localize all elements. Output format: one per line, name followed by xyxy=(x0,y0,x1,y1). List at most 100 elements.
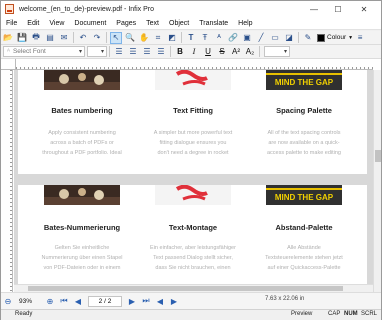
vertical-scroll-thumb[interactable] xyxy=(375,150,381,162)
image-icon[interactable]: ▣ xyxy=(241,32,253,44)
align-left-icon[interactable]: ☰ xyxy=(113,46,125,58)
font-icon: ᴬ xyxy=(7,48,10,55)
zoom-select[interactable]: 93% xyxy=(17,296,43,307)
link-icon[interactable]: 🔗 xyxy=(227,32,239,44)
window-title: welcome_(en_to_de)-preview.pdf - Infix P… xyxy=(19,5,155,13)
thumb-text: MIND THE GAP xyxy=(275,78,334,87)
scan-icon[interactable]: ▤ xyxy=(44,32,56,44)
line-style-icon[interactable]: ≡ xyxy=(354,32,366,44)
text-box-icon[interactable]: Ŧ xyxy=(199,32,211,44)
close-button[interactable]: ✕ xyxy=(353,1,375,17)
font-size-select[interactable]: ▾ xyxy=(87,46,107,57)
body-line: Textsteuerelemente stehen jetzt xyxy=(265,255,343,261)
italic-icon[interactable]: I xyxy=(188,46,200,58)
rectangle-tool-icon[interactable]: ▭ xyxy=(269,32,281,44)
body-line: von PDF-Dateien oder in einem xyxy=(43,265,121,271)
menu-file[interactable]: File xyxy=(1,20,22,27)
spacing-palette-image: MIND THE GAP xyxy=(266,70,342,90)
zoom-in-icon[interactable]: ⊕ xyxy=(44,295,56,307)
main-toolbar: 📂 💾 🖶 ▤ ✉ ↶ ↷ ↖ 🔍 ✋ ⌗ ◩ T Ŧ ᴬ 🔗 ▣ ╱ ▭ ◪ … xyxy=(1,31,381,45)
superscript-icon[interactable]: A² xyxy=(230,46,242,58)
status-bar: Ready Preview CAP NUM SCRL xyxy=(1,309,381,320)
back-view-icon[interactable]: ◀ xyxy=(154,295,166,307)
strikethrough-icon[interactable]: S xyxy=(216,46,228,58)
toolbar-separator xyxy=(170,46,171,57)
hand-icon[interactable]: ✋ xyxy=(138,32,150,44)
body-line: Alle Abstände xyxy=(287,245,321,251)
page-number-input[interactable]: 2 / 2 xyxy=(88,295,122,307)
body-line: Apply consistent numbering xyxy=(48,130,116,136)
column-heading: Bates-Nummerierung xyxy=(43,223,121,232)
menu-edit[interactable]: Edit xyxy=(22,20,44,27)
forward-view-icon[interactable]: ▶ xyxy=(168,295,180,307)
body-line: auf einer Quickaccess-Palette xyxy=(267,265,341,271)
subscript-icon[interactable]: A₂ xyxy=(244,46,256,58)
eyedropper-icon[interactable]: ✎ xyxy=(302,32,314,44)
align-center-icon[interactable]: ☰ xyxy=(127,46,139,58)
find-text-icon[interactable]: ᴬ xyxy=(213,32,225,44)
line-tool-icon[interactable]: ╱ xyxy=(255,32,267,44)
text-tool-icon[interactable]: T xyxy=(185,32,197,44)
caps-indicator: CAP xyxy=(328,311,341,317)
menu-translate[interactable]: Translate xyxy=(194,20,233,27)
chevron-down-icon: ▾ xyxy=(100,49,104,55)
body-line: Nummerierung über einen Stapel xyxy=(41,255,123,261)
toolbar-separator xyxy=(298,32,299,43)
chevron-down-icon: ▾ xyxy=(283,49,287,55)
thumb-text: MIND THE GAP xyxy=(275,193,334,202)
redo-icon[interactable]: ↷ xyxy=(91,32,103,44)
font-select[interactable]: ᴬ Select Font ▾ xyxy=(3,46,85,57)
vertical-ruler[interactable] xyxy=(1,70,13,292)
colour-button[interactable]: Colour ▼ xyxy=(317,33,353,42)
horizontal-ruler[interactable] xyxy=(16,59,373,70)
line-width-select[interactable]: ▾ xyxy=(264,46,290,57)
column-heading: Abstand-Palette xyxy=(275,223,333,232)
select-pointer-icon[interactable]: ↖ xyxy=(110,31,122,44)
menu-view[interactable]: View xyxy=(44,20,69,27)
open-icon[interactable]: 📂 xyxy=(2,32,14,44)
column-body: Apply consistent numbering across a batc… xyxy=(28,128,136,158)
underline-icon[interactable]: U xyxy=(202,46,214,58)
email-icon[interactable]: ✉ xyxy=(58,32,70,44)
bates-image xyxy=(44,185,120,205)
zoom-out-icon[interactable]: ⊖ xyxy=(2,295,14,307)
column-heading: Spacing Palette xyxy=(276,106,332,115)
shape-icon[interactable]: ◩ xyxy=(166,32,178,44)
maximize-button[interactable]: ☐ xyxy=(327,1,349,17)
menu-object[interactable]: Object xyxy=(164,20,194,27)
horizontal-scrollbar[interactable] xyxy=(14,284,373,292)
menu-help[interactable]: Help xyxy=(233,20,257,27)
bold-icon[interactable]: B xyxy=(174,46,186,58)
menu-bar: File Edit View Document Pages Text Objec… xyxy=(1,17,381,30)
next-page-icon[interactable]: ▶ xyxy=(126,295,138,307)
body-line: fitting dialogue ensures you xyxy=(159,140,227,146)
text-fitting-image xyxy=(155,70,231,90)
menu-pages[interactable]: Pages xyxy=(111,20,141,27)
document-canvas[interactable]: Bates numbering Apply consistent numberi… xyxy=(14,70,373,292)
ruler-corner xyxy=(1,59,16,70)
menu-text[interactable]: Text xyxy=(141,20,164,27)
first-page-icon[interactable]: ⏮ xyxy=(58,295,70,307)
previous-page-icon[interactable]: ◀ xyxy=(72,295,84,307)
crop-icon[interactable]: ⌗ xyxy=(152,32,164,44)
horizontal-scroll-thumb[interactable] xyxy=(28,286,343,291)
zoom-icon[interactable]: 🔍 xyxy=(124,32,136,44)
vertical-scrollbar[interactable] xyxy=(373,70,381,292)
app-logo-icon xyxy=(5,4,14,14)
toolbar-separator xyxy=(259,46,260,57)
justify-icon[interactable]: ☰ xyxy=(155,46,167,58)
zoom-value: 93% xyxy=(19,297,33,305)
body-line: throughout a PDF portfolio. Ideal xyxy=(42,150,122,156)
fill-tool-icon[interactable]: ◪ xyxy=(283,32,295,44)
align-right-icon[interactable]: ☰ xyxy=(141,46,153,58)
save-icon[interactable]: 💾 xyxy=(16,32,28,44)
last-page-icon[interactable]: ⏭ xyxy=(140,295,152,307)
toolbar-separator xyxy=(109,46,110,57)
minimize-button[interactable]: — xyxy=(303,1,325,17)
body-line: Gelten Sie einheitliche xyxy=(54,245,110,251)
undo-icon[interactable]: ↶ xyxy=(77,32,89,44)
spacing-palette-image: MIND THE GAP xyxy=(266,185,342,205)
menu-document[interactable]: Document xyxy=(69,20,111,27)
print-icon[interactable]: 🖶 xyxy=(30,32,42,44)
body-line: dass Sie nicht brauchen, einen xyxy=(155,265,231,271)
